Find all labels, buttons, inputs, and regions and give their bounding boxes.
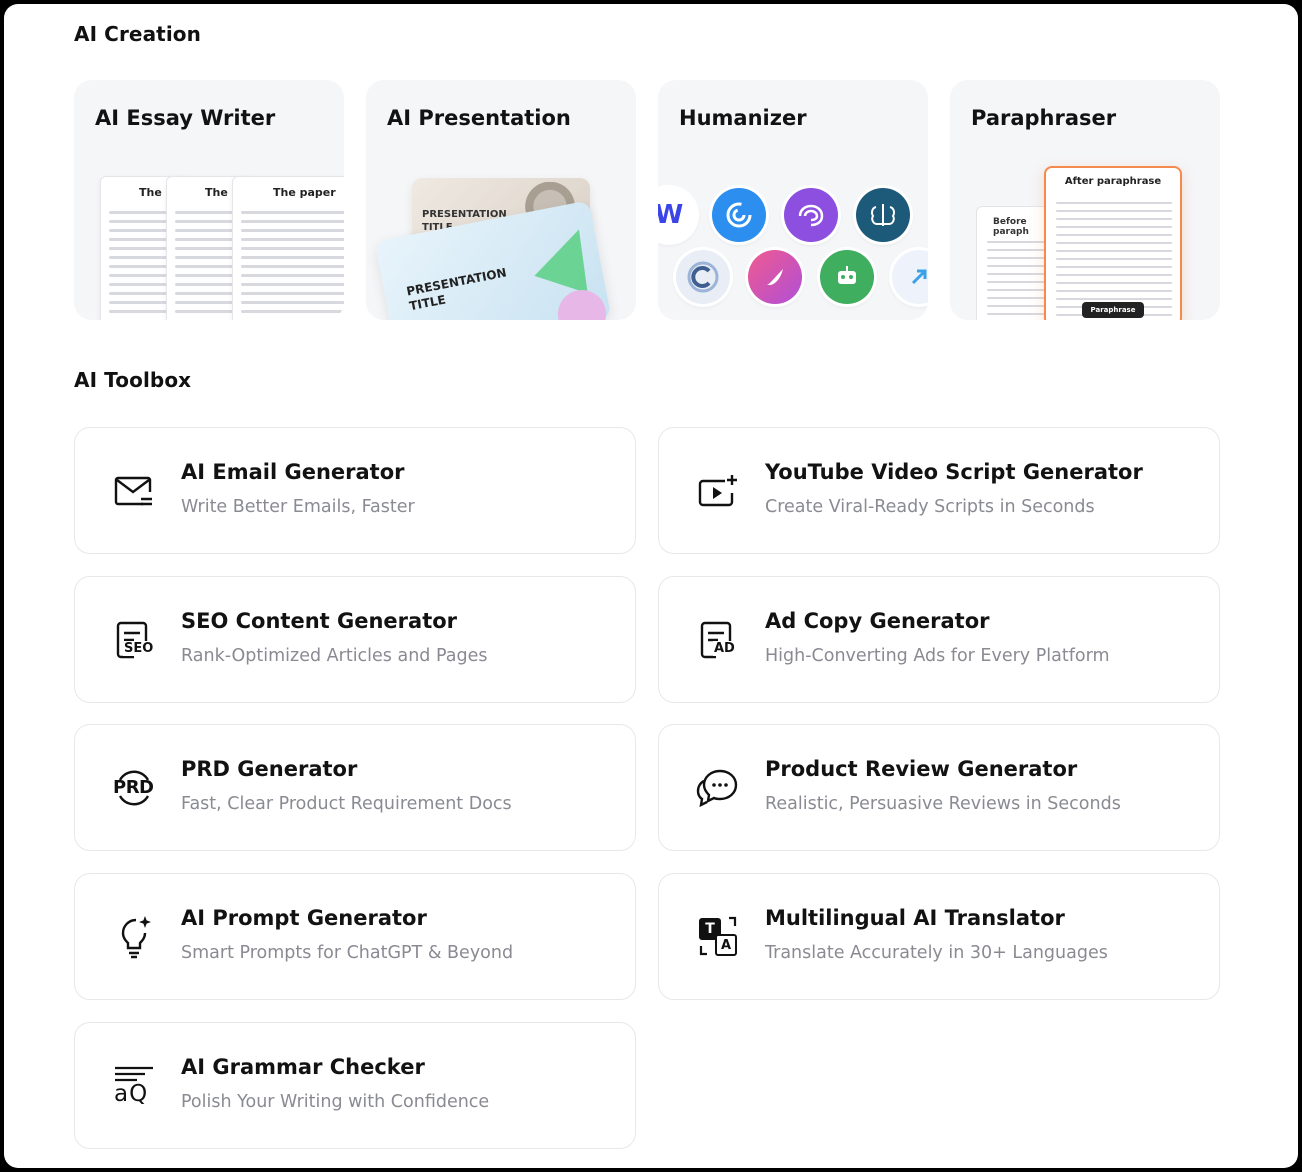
card-paraphraser[interactable]: Paraphraser Before paraph After paraphra… xyxy=(950,80,1220,320)
robot-glyph xyxy=(838,266,856,284)
tool-card-ad-copy-generator[interactable]: AD Ad Copy Generator High-Converting Ads… xyxy=(658,576,1220,703)
before-paraphrase-doc: Before paraph xyxy=(976,206,1054,320)
arrow-glyph xyxy=(911,269,927,285)
essay-paper-3: The paper xyxy=(232,176,344,320)
card-title: AI Essay Writer xyxy=(95,106,276,130)
tool-card-youtube-video-script-generator[interactable]: YouTube Video Script Generator Create Vi… xyxy=(658,427,1220,554)
tool-card-multilingual-ai-translator[interactable]: T A Multilingual AI Translator Translate… xyxy=(658,873,1220,1000)
brain-glyph xyxy=(798,204,824,227)
card-title: Humanizer xyxy=(679,106,807,130)
feather-glyph xyxy=(767,269,783,285)
translate-icon: T A xyxy=(695,914,741,960)
paper-title: The paper xyxy=(273,186,336,199)
tool-card-prd-generator[interactable]: PRD PRD Generator Fast, Clear Product Re… xyxy=(74,724,636,851)
tool-card-seo-content-generator[interactable]: SEO SEO Content Generator Rank-Optimized… xyxy=(74,576,636,703)
ad-icon: AD xyxy=(695,617,741,663)
tool-name: YouTube Video Script Generator xyxy=(765,460,1143,484)
card-ai-presentation[interactable]: AI Presentation PRESENTATION TITLE PRESE… xyxy=(366,80,636,320)
tool-description: Realistic, Persuasive Reviews in Seconds xyxy=(765,794,1121,814)
spiral-c-glyph xyxy=(726,202,752,228)
ai-creation-heading: AI Creation xyxy=(74,22,201,46)
tool-card-ai-grammar-checker[interactable]: aQ AI Grammar Checker Polish Your Writin… xyxy=(74,1022,636,1149)
brain-swirl-icon xyxy=(784,188,838,242)
tool-description: Fast, Clear Product Requirement Docs xyxy=(181,794,512,814)
tool-name: AI Email Generator xyxy=(181,460,405,484)
arrow-share-icon xyxy=(892,250,928,304)
copyleaks-icon xyxy=(712,188,766,242)
c-logo-icon xyxy=(676,250,730,304)
c-glyph xyxy=(687,261,719,293)
lightbulb-icon xyxy=(111,914,157,960)
prd-icon: PRD xyxy=(111,765,157,811)
page-frame: AI Creation AI Essay Writer The p The p … xyxy=(4,4,1298,1168)
tool-card-product-review-generator[interactable]: Product Review Generator Realistic, Pers… xyxy=(658,724,1220,851)
prd-icon-label: PRD xyxy=(113,777,154,798)
tool-name: PRD Generator xyxy=(181,757,358,781)
ad-icon-label: AD xyxy=(713,641,736,656)
translate-arrows xyxy=(699,916,737,956)
tool-name: Ad Copy Generator xyxy=(765,609,990,633)
card-humanizer[interactable]: Humanizer W xyxy=(658,80,928,320)
tool-name: SEO Content Generator xyxy=(181,609,458,633)
tool-name: Product Review Generator xyxy=(765,757,1078,781)
email-icon xyxy=(111,468,157,514)
card-ai-essay-writer[interactable]: AI Essay Writer The p The p The paper xyxy=(74,80,344,320)
ai-toolbox-heading: AI Toolbox xyxy=(74,368,192,392)
tool-description: Write Better Emails, Faster xyxy=(181,497,415,517)
review-chat-icon xyxy=(695,765,741,811)
tool-card-ai-email-generator[interactable]: AI Email Generator Write Better Emails, … xyxy=(74,427,636,554)
grammar-icon-label: aQ xyxy=(114,1081,149,1107)
card-title: Paraphraser xyxy=(971,106,1117,130)
tool-description: High-Converting Ads for Every Platform xyxy=(765,646,1110,666)
slide-title: PRESENTATION TITLE xyxy=(405,265,508,314)
robot-icon xyxy=(820,250,874,304)
tool-description: Create Viral-Ready Scripts in Seconds xyxy=(765,497,1095,517)
seo-icon-label: SEO xyxy=(123,641,155,656)
after-label: After paraphrase xyxy=(1064,176,1162,187)
grammar-icon: aQ xyxy=(111,1063,157,1109)
tool-card-ai-prompt-generator[interactable]: AI Prompt Generator Smart Prompts for Ch… xyxy=(74,873,636,1000)
tool-name: AI Prompt Generator xyxy=(181,906,427,930)
tool-description: Rank-Optimized Articles and Pages xyxy=(181,646,488,666)
tool-name: AI Grammar Checker xyxy=(181,1055,425,1079)
tool-description: Smart Prompts for ChatGPT & Beyond xyxy=(181,943,514,963)
w-logo-icon: W xyxy=(658,188,696,242)
tool-description: Translate Accurately in 30+ Languages xyxy=(765,943,1108,963)
brain-icon xyxy=(856,188,910,242)
paraphrase-button[interactable]: Paraphrase xyxy=(1082,302,1144,318)
w-logo-text: W xyxy=(658,200,684,230)
quillbot-like-icon xyxy=(748,250,802,304)
after-paraphrase-doc: After paraphrase xyxy=(1044,166,1182,320)
tool-description: Polish Your Writing with Confidence xyxy=(181,1092,490,1112)
card-title: AI Presentation xyxy=(387,106,571,130)
video-script-icon xyxy=(695,468,741,514)
seo-icon: SEO xyxy=(111,617,157,663)
tool-name: Multilingual AI Translator xyxy=(765,906,1065,930)
brain-glyph xyxy=(871,204,895,226)
